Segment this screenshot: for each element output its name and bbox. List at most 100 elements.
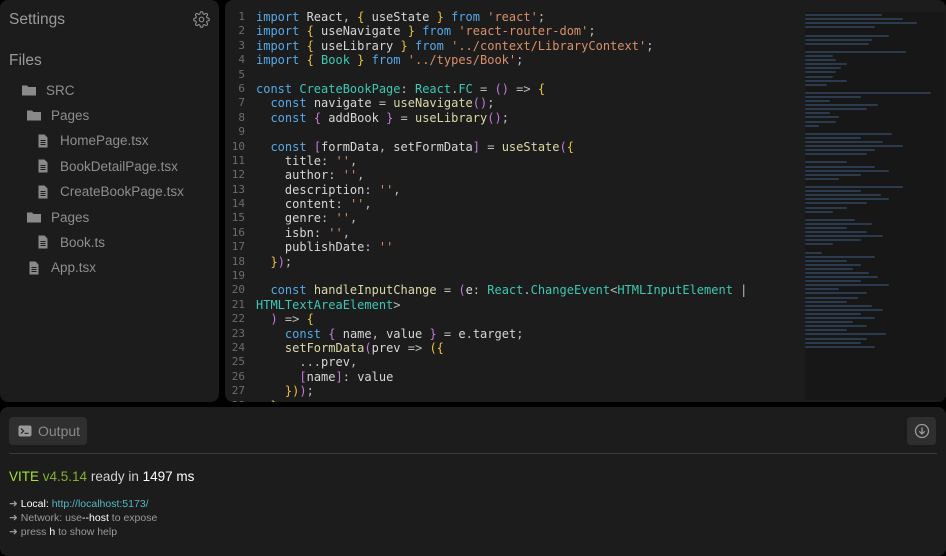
code-token: { (328, 326, 343, 341)
line-number: 27 (231, 384, 245, 398)
code-token: const (284, 326, 329, 341)
line-number: 1 (238, 10, 245, 23)
code-token: ] (335, 369, 343, 384)
code-token: 'react-router-dom' (458, 24, 589, 39)
code-token: ) (277, 254, 285, 269)
code-token: } (270, 254, 278, 269)
code-token: : (364, 182, 379, 197)
folder-icon (26, 108, 42, 122)
code-token: from (364, 53, 408, 68)
output-panel: Output VITE v4.5.14 ready in 1497 ms ➜ L… (0, 407, 946, 556)
code-token: ( (458, 283, 466, 298)
code-token: prev (371, 340, 401, 355)
code-token: { (306, 38, 322, 53)
code-token: const (270, 110, 314, 125)
code-editor[interactable]: 1 import React, { useState } from 'react'… (225, 0, 946, 402)
line-number: 22 (231, 312, 245, 326)
code-token: , (378, 139, 394, 154)
code-token: addBook (328, 110, 387, 125)
tree-folder[interactable]: SRC (21, 81, 75, 99)
code-token: . (465, 326, 473, 341)
vite-ready-line: VITE v4.5.14 ready in 1497 ms (9, 469, 194, 484)
code-token: , (349, 355, 358, 370)
code-token: , (342, 225, 350, 240)
code-token: formData (321, 139, 379, 154)
settings-label: Settings (9, 11, 66, 28)
code-token: FC (458, 81, 473, 96)
tree-file[interactable]: CreateBookPage.tsx (35, 183, 184, 201)
output-tab-button[interactable]: Output (9, 417, 87, 445)
code-token: const (270, 139, 314, 154)
line-number: 20 (231, 283, 245, 297)
code-token: '' (335, 153, 350, 168)
tree-item-label: Book.ts (60, 234, 106, 250)
code-token: Book (321, 53, 358, 68)
code-token: from (443, 10, 488, 24)
code-token: '' (349, 197, 365, 212)
local-url-link[interactable]: http://localhost:5173/ (52, 498, 149, 510)
code-token: value (386, 326, 430, 341)
code-token: publishDate (284, 240, 365, 255)
code-token: useLibrary (414, 110, 488, 125)
code-token: useState (371, 10, 437, 24)
line-number: 17 (231, 240, 245, 254)
file-icon (26, 261, 42, 275)
tree-item-label: HomePage.tsx (60, 133, 149, 149)
tree-file[interactable]: HomePage.tsx (35, 132, 149, 150)
code-token: useNavigate (393, 96, 473, 111)
code-token: { (357, 10, 372, 24)
code-token: '' (328, 225, 343, 240)
help-line: ➜ press h to show help (9, 526, 117, 538)
code-token: import (256, 24, 307, 39)
tree-file[interactable]: App.tsx (26, 259, 96, 277)
terminal-icon (18, 425, 32, 437)
files-title: Files (9, 52, 42, 69)
code-token: useNavigate (321, 24, 408, 39)
code-token: , (349, 211, 358, 226)
code-token: setFormData (284, 340, 365, 355)
editor-minimap[interactable] (805, 12, 945, 400)
code-token: [ (313, 139, 322, 154)
code-token: , (357, 168, 365, 183)
download-button[interactable] (907, 417, 936, 445)
code-token: : (321, 211, 336, 226)
code-token: { (313, 110, 329, 125)
code-token: '../types/Book' (407, 53, 517, 68)
code-token: = (436, 283, 459, 298)
code-token: value (357, 369, 394, 384)
line-number: 18 (231, 254, 245, 268)
tree-file[interactable]: BookDetailPage.tsx (35, 157, 178, 175)
code-token: ; (306, 384, 314, 399)
network-suffix: to expose (111, 512, 158, 524)
code-token: : (328, 168, 343, 183)
line-number: 4 (238, 53, 245, 67)
tree-file[interactable]: Book.ts (35, 233, 105, 251)
code-token: ; (284, 254, 293, 269)
code-token: HTMLTextAreaElement (256, 297, 394, 312)
tree-item-label: Pages (51, 209, 90, 225)
tree-folder[interactable]: Pages (26, 106, 89, 124)
file-icon (35, 235, 51, 249)
code-token: { (537, 81, 546, 96)
code-token: ) (270, 312, 278, 327)
code-token: import (256, 53, 307, 68)
code-token: const (256, 81, 300, 96)
gear-icon[interactable] (193, 11, 210, 28)
code-token: from (414, 24, 459, 39)
code-token: => (277, 312, 307, 327)
code-token: } (429, 326, 437, 341)
tree-item-label: Pages (51, 107, 90, 123)
line-number: 11 (231, 153, 245, 167)
ready-time: 1497 ms (142, 469, 195, 484)
tree-folder[interactable]: Pages (26, 208, 89, 226)
code-token: handleInputChange (313, 283, 437, 298)
code-token: ; (516, 53, 524, 68)
code-token: [ (299, 369, 307, 384)
code-token: } (436, 10, 444, 24)
code-token: { (306, 312, 314, 327)
